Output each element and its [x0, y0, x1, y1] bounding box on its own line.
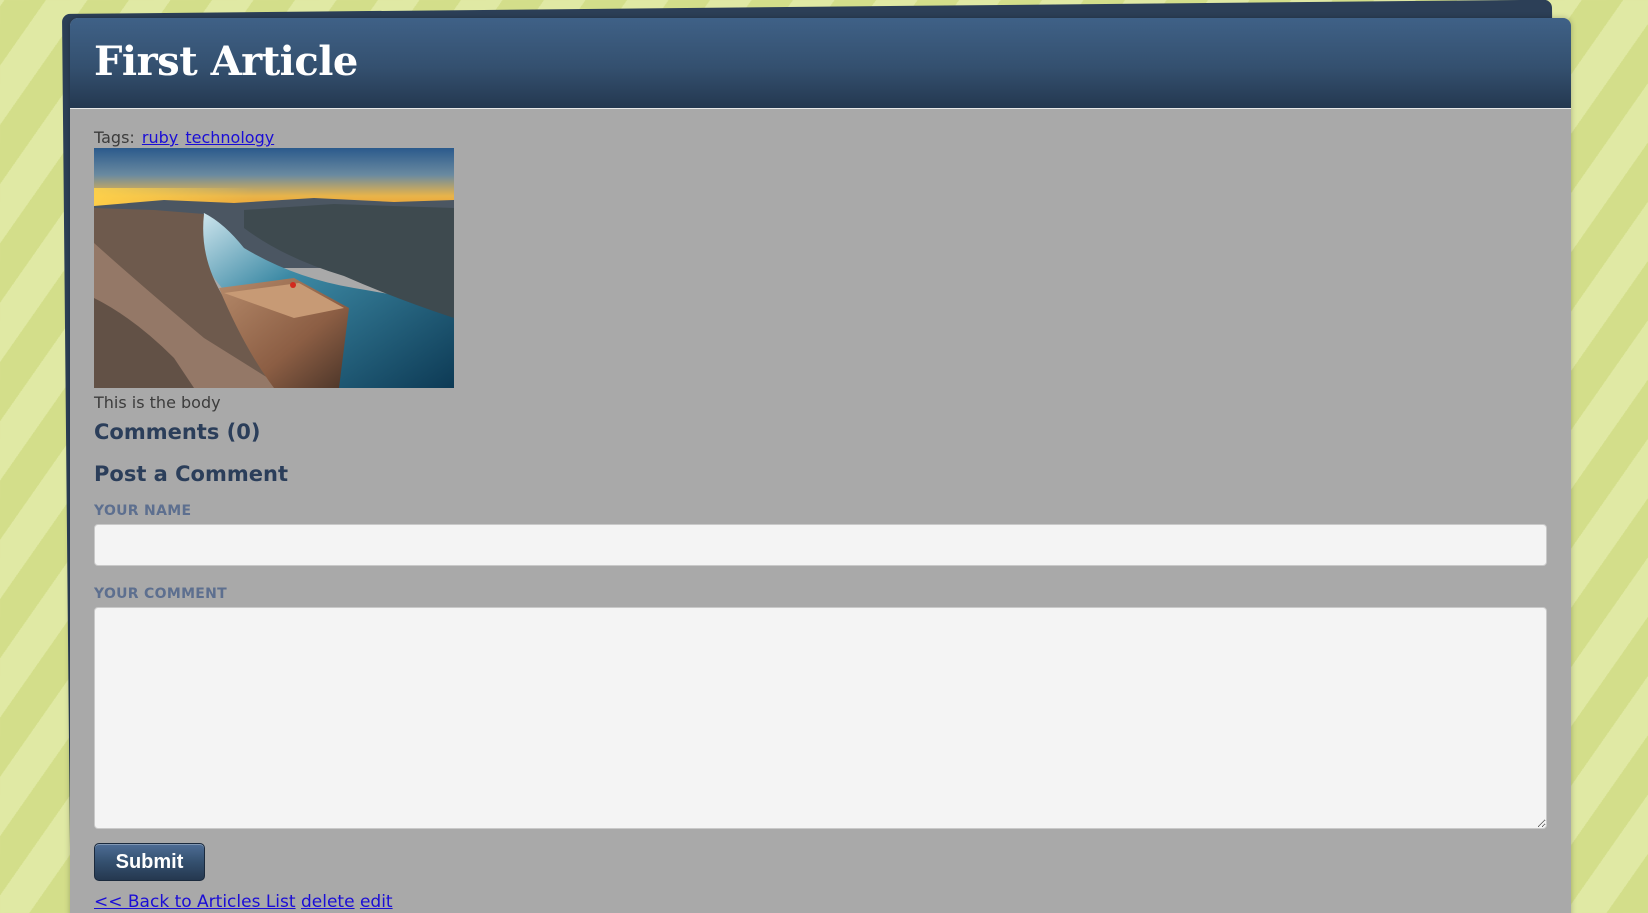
article-image [94, 148, 454, 388]
page-title: First Article [94, 38, 358, 85]
tags-line: Tags: ruby technology [94, 128, 1547, 148]
your-name-label: YOUR NAME [94, 503, 192, 519]
article-panel: First Article Tags: ruby technology This… [70, 18, 1571, 913]
post-comment-heading: Post a Comment [94, 462, 288, 486]
article-body: This is the body [94, 393, 221, 412]
your-comment-textarea[interactable] [94, 607, 1547, 829]
tag-link-technology[interactable]: technology [185, 128, 274, 147]
article-actions: << Back to Articles List delete edit [94, 892, 1547, 912]
edit-link[interactable]: edit [360, 892, 393, 912]
delete-link[interactable]: delete [301, 892, 355, 912]
tag-link-ruby[interactable]: ruby [142, 128, 178, 147]
your-comment-label: YOUR COMMENT [94, 586, 228, 602]
tags-label: Tags: [94, 128, 135, 147]
comments-heading: Comments (0) [94, 420, 261, 444]
article-content: Tags: ruby technology This is the body C… [70, 109, 1571, 912]
back-to-articles-link[interactable]: << Back to Articles List [94, 892, 296, 912]
comment-form: YOUR NAME YOUR COMMENT Submit [94, 503, 1547, 881]
submit-button[interactable]: Submit [94, 843, 205, 881]
your-name-input[interactable] [94, 524, 1547, 566]
article-header: First Article [70, 18, 1571, 109]
